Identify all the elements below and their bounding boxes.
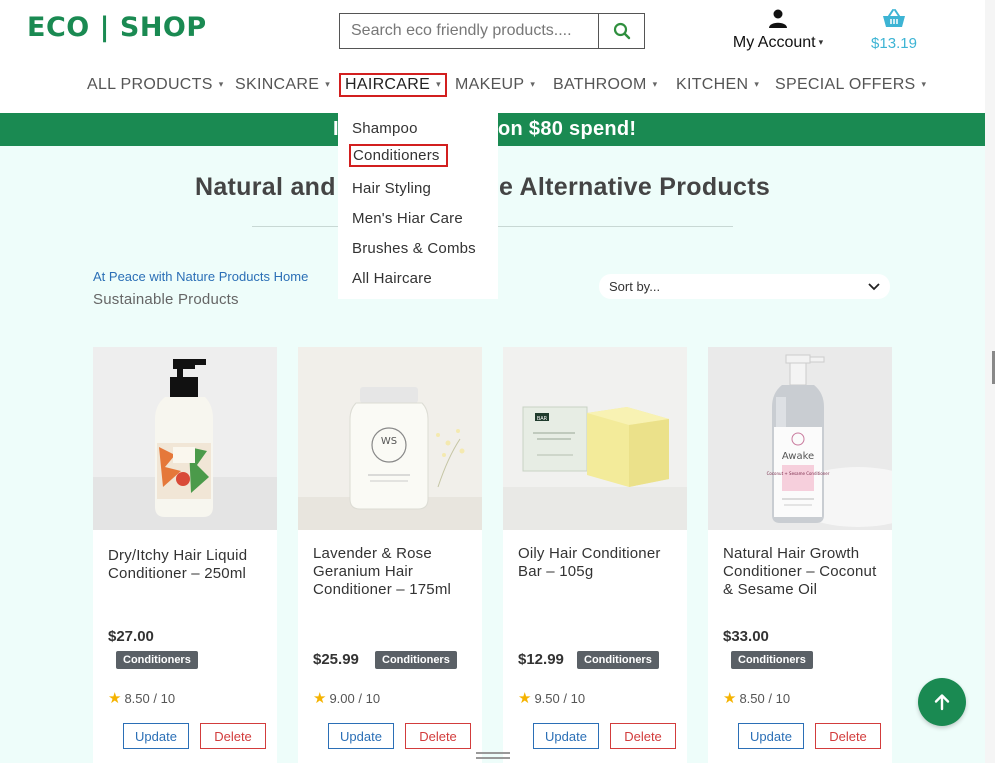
update-button[interactable]: Update xyxy=(533,723,599,749)
bottle-brand-text: Awake xyxy=(782,451,814,462)
user-icon xyxy=(769,9,787,28)
basket-icon xyxy=(883,9,905,27)
banner-text-right: on $80 spend! xyxy=(498,118,637,140)
update-button[interactable]: Update xyxy=(123,723,189,749)
search-button[interactable] xyxy=(598,14,644,48)
product-price: $25.99 xyxy=(313,651,359,668)
product-title[interactable]: Natural Hair Growth Conditioner – Coconu… xyxy=(723,545,883,599)
product-price: $12.99 xyxy=(518,651,564,668)
caret-down-icon: ▾ xyxy=(754,79,760,89)
product-rating: ★ 8.50 / 10 xyxy=(108,689,175,707)
caret-down-icon: ▾ xyxy=(325,79,331,89)
update-button[interactable]: Update xyxy=(738,723,804,749)
product-card[interactable]: BAR Oily Hair Conditioner Bar – 105g $12… xyxy=(503,347,687,763)
nav-makeup[interactable]: MAKEUP ▾ xyxy=(455,76,535,94)
product-rating: ★ 9.50 / 10 xyxy=(518,689,585,707)
cart[interactable]: $13.19 xyxy=(866,8,922,52)
dropdown-item-brushes-combs[interactable]: Brushes & Combs xyxy=(352,240,476,257)
nav-label: MAKEUP xyxy=(455,76,525,93)
sort-label: Sort by... xyxy=(609,279,661,294)
nav-special-offers[interactable]: SPECIAL OFFERS ▾ xyxy=(775,76,926,94)
update-button[interactable]: Update xyxy=(328,723,394,749)
sort-select[interactable]: Sort by... xyxy=(599,274,890,299)
delete-button[interactable]: Delete xyxy=(200,723,266,749)
delete-button[interactable]: Delete xyxy=(815,723,881,749)
category-badge: Conditioners xyxy=(577,651,659,669)
resize-handle[interactable] xyxy=(476,752,510,759)
nav-bathroom[interactable]: BATHROOM ▾ xyxy=(553,76,658,94)
nav-label: ALL PRODUCTS xyxy=(87,76,213,93)
star-icon: ★ xyxy=(723,690,737,707)
arrow-up-icon xyxy=(934,694,950,711)
rating-value: 8.50 / 10 xyxy=(124,690,176,706)
product-card[interactable]: Dry/Itchy Hair Liquid Conditioner – 250m… xyxy=(93,347,277,763)
nav-kitchen[interactable]: KITCHEN ▾ xyxy=(676,76,759,94)
heading-right: e Alternative Products xyxy=(499,173,771,201)
product-title[interactable]: Oily Hair Conditioner Bar – 105g xyxy=(518,545,678,581)
product-image[interactable] xyxy=(93,347,277,530)
account-label: My Account xyxy=(732,34,816,51)
caret-down-icon: ▾ xyxy=(921,79,927,89)
product-price: $33.00 xyxy=(723,628,769,645)
product-image[interactable]: Awake Coconut + Sesame Conditioner xyxy=(708,347,892,530)
bottle-label-text: Coconut + Sesame Conditioner xyxy=(767,471,830,476)
nav-haircare[interactable]: HAIRCARE ▾ xyxy=(339,73,447,97)
search-bar xyxy=(339,13,645,49)
jar-brand-text: WS xyxy=(381,436,397,447)
caret-down-icon: ▾ xyxy=(218,79,224,89)
delete-button[interactable]: Delete xyxy=(610,723,676,749)
category-badge: Conditioners xyxy=(116,651,198,669)
product-rating: ★ 8.50 / 10 xyxy=(723,689,790,707)
product-card[interactable]: WS Lavender & Rose Geranium Hair Conditi… xyxy=(298,347,482,763)
nav-label: BATHROOM xyxy=(553,76,647,93)
product-image[interactable]: BAR xyxy=(503,347,687,530)
nav-all-products[interactable]: ALL PRODUCTS ▾ xyxy=(87,76,224,94)
heading-left: Natural and xyxy=(195,173,336,201)
product-title[interactable]: Dry/Itchy Hair Liquid Conditioner – 250m… xyxy=(108,547,268,583)
star-icon: ★ xyxy=(108,690,122,707)
category-badge: Conditioners xyxy=(375,651,457,669)
nav-label: SPECIAL OFFERS xyxy=(775,76,916,93)
rating-value: 9.50 / 10 xyxy=(534,690,586,706)
account-menu[interactable]: My Account ▾ xyxy=(722,8,834,52)
main-nav: ALL PRODUCTS ▾ SKINCARE ▾ HAIRCARE ▾ MAKEUP… xyxy=(0,72,995,102)
caret-down-icon: ▾ xyxy=(530,79,536,89)
caret-down-icon: ▾ xyxy=(818,37,824,47)
cart-total: $13.19 xyxy=(871,35,917,52)
dropdown-item-shampoo[interactable]: Shampoo xyxy=(352,120,418,137)
caret-down-icon: ▾ xyxy=(652,79,658,89)
haircare-dropdown: Shampoo Conditioners Hair Styling Men's … xyxy=(338,112,498,299)
caret-down-icon: ▾ xyxy=(436,79,441,89)
product-title[interactable]: Lavender & Rose Geranium Hair Conditione… xyxy=(313,545,473,599)
nav-label: SKINCARE xyxy=(235,76,320,93)
logo[interactable]: ECO | SHOP xyxy=(27,12,207,43)
product-card[interactable]: Awake Coconut + Sesame Conditioner Natur… xyxy=(708,347,892,763)
star-icon: ★ xyxy=(313,690,327,707)
dropdown-item-mens-hair-care[interactable]: Men's Hiar Care xyxy=(352,210,463,227)
chevron-down-icon xyxy=(868,282,880,290)
product-rating: ★ 9.00 / 10 xyxy=(313,689,380,707)
category-badge: Conditioners xyxy=(731,651,813,669)
rating-value: 9.00 / 10 xyxy=(329,690,381,706)
dropdown-item-conditioners[interactable]: Conditioners xyxy=(349,144,448,167)
dropdown-item-all-haircare[interactable]: All Haircare xyxy=(352,270,432,287)
rating-value: 8.50 / 10 xyxy=(739,690,791,706)
nav-label: HAIRCARE xyxy=(345,76,431,93)
scroll-to-top-button[interactable] xyxy=(918,678,966,726)
subcrumb: Sustainable Products xyxy=(93,291,239,308)
nav-label: KITCHEN xyxy=(676,76,749,93)
product-image[interactable]: WS xyxy=(298,347,482,530)
bar-box-text: BAR xyxy=(537,416,548,422)
star-icon: ★ xyxy=(518,690,532,707)
breadcrumb[interactable]: At Peace with Nature Products Home xyxy=(93,269,308,284)
product-price: $27.00 xyxy=(108,628,154,645)
dropdown-item-hair-styling[interactable]: Hair Styling xyxy=(352,180,431,197)
nav-skincare[interactable]: SKINCARE ▾ xyxy=(235,76,330,94)
search-input[interactable] xyxy=(340,14,598,48)
delete-button[interactable]: Delete xyxy=(405,723,471,749)
search-icon xyxy=(613,22,630,40)
